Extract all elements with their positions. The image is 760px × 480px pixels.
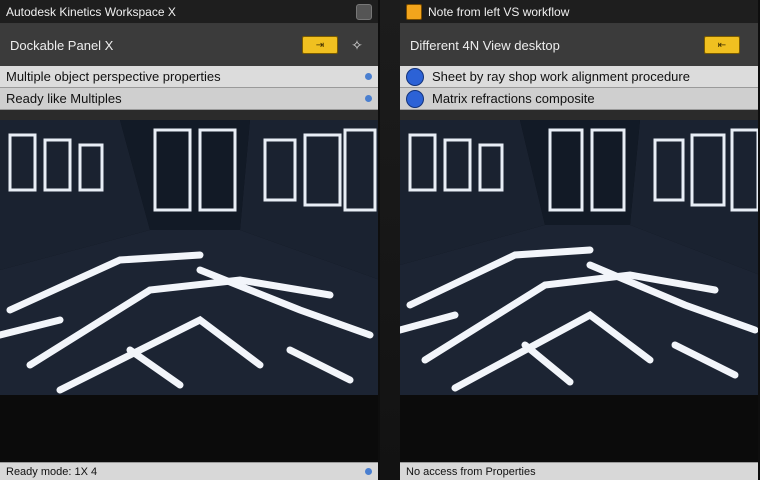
left-row-label: Ready like Multiples [6, 91, 122, 106]
render-scene [0, 120, 378, 395]
right-list-item[interactable]: Matrix refractions composite [400, 88, 758, 110]
left-bottom-panel [0, 395, 378, 462]
wand-icon[interactable]: ✧ [346, 37, 368, 53]
window-divider[interactable] [380, 0, 400, 480]
right-window: Note from left VS workflow Different 4N … [400, 0, 760, 480]
left-toolbar-text: Dockable Panel X [10, 37, 114, 53]
left-window-title: Autodesk Kinetics Workspace X [6, 4, 176, 19]
status-indicator-icon [365, 468, 372, 475]
right-row-label: Sheet by ray shop work alignment procedu… [432, 69, 690, 84]
row-status-icon [365, 95, 372, 102]
right-statusbar: No access from Properties [400, 462, 758, 480]
left-status-text: Ready mode: 1X 4 [6, 465, 98, 478]
minimize-button[interactable] [356, 3, 372, 20]
left-statusbar: Ready mode: 1X 4 [0, 462, 378, 480]
left-toolbar: Dockable Panel X ⇥ ✧ [0, 24, 378, 66]
left-row-label: Multiple object perspective properties [6, 69, 221, 84]
right-render-viewport[interactable] [400, 120, 758, 395]
right-bottom-panel [400, 395, 758, 462]
right-toolbar-text: Different 4N View desktop [410, 37, 560, 53]
globe-icon [406, 89, 424, 108]
right-row-label: Matrix refractions composite [432, 91, 595, 106]
row-status-icon [365, 73, 372, 80]
right-status-text: No access from Properties [406, 465, 536, 478]
left-window: Autodesk Kinetics Workspace X Dockable P… [0, 0, 380, 480]
right-titlebar: Note from left VS workflow [400, 0, 758, 24]
right-toolbar-action-button[interactable]: ⇤ [704, 36, 740, 54]
left-toolbar-action-button[interactable]: ⇥ [302, 36, 338, 54]
right-toolbar: Different 4N View desktop ⇤ [400, 24, 758, 66]
left-titlebar: Autodesk Kinetics Workspace X [0, 0, 378, 24]
render-scene [400, 120, 758, 395]
left-list-item[interactable]: Ready like Multiples [0, 88, 378, 110]
right-list-item[interactable]: Sheet by ray shop work alignment procedu… [400, 66, 758, 88]
left-list-item[interactable]: Multiple object perspective properties [0, 66, 378, 88]
left-render-viewport[interactable] [0, 120, 378, 395]
app-icon [406, 3, 422, 20]
globe-icon [406, 67, 424, 86]
right-window-title: Note from left VS workflow [428, 4, 570, 19]
